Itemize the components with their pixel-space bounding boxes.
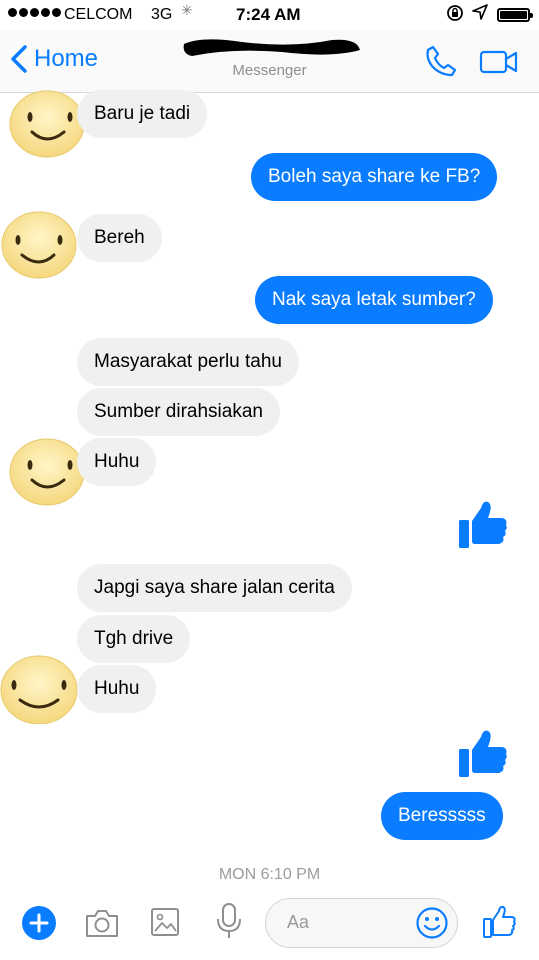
composer-bar: Aa — [0, 890, 539, 960]
incoming-message[interactable]: Sumber dirahsiakan — [77, 388, 280, 436]
gallery-button[interactable] — [150, 906, 180, 943]
outgoing-message[interactable]: Boleh saya share ke FB? — [251, 153, 498, 201]
message-input-placeholder: Aa — [287, 912, 310, 932]
thumbs-up-icon — [483, 905, 516, 938]
camera-button[interactable] — [84, 906, 120, 945]
video-call-button[interactable] — [479, 48, 519, 76]
contact-avatar-emoji-icon[interactable] — [8, 436, 86, 508]
message-timestamp: MON 6:10 PM — [218, 866, 321, 883]
thumbs-up-sticker-icon[interactable] — [457, 727, 509, 779]
send-like-button[interactable] — [482, 904, 516, 945]
redacted-contact-name[interactable] — [182, 36, 362, 58]
plus-icon — [29, 913, 49, 933]
phone-icon — [426, 45, 457, 77]
incoming-message[interactable]: Tgh drive — [77, 615, 191, 663]
outgoing-message[interactable]: Beresssss — [381, 792, 503, 840]
conversation-header: Home Messenger — [0, 30, 539, 93]
signal-strength-icon — [8, 8, 61, 17]
image-icon — [151, 908, 179, 936]
incoming-message[interactable]: Japgi saya share jalan cerita — [77, 564, 352, 612]
incoming-message[interactable]: Huhu — [77, 665, 157, 713]
incoming-message[interactable]: Masyarakat perlu tahu — [77, 338, 299, 386]
contact-avatar-emoji-icon[interactable] — [0, 652, 78, 724]
smiley-icon — [416, 907, 448, 939]
microphone-icon — [217, 903, 241, 938]
incoming-message[interactable]: Huhu — [77, 438, 157, 486]
emoji-button[interactable] — [415, 906, 449, 940]
carrier-name: CELCOM — [64, 6, 133, 23]
thumbs-up-sticker-icon[interactable] — [457, 498, 509, 550]
activity-spinner-icon: ✳ — [181, 2, 193, 18]
outgoing-message[interactable]: Nak saya letak sumber? — [255, 276, 493, 324]
status-bar: CELCOM 3G ✳ 7:24 AM — [0, 0, 539, 30]
camera-icon — [86, 910, 118, 937]
battery-icon — [497, 8, 533, 22]
orientation-lock-icon — [446, 4, 464, 27]
location-arrow-icon — [472, 4, 488, 23]
incoming-message[interactable]: Bereh — [77, 214, 162, 262]
voice-call-button[interactable] — [424, 44, 458, 78]
incoming-message[interactable]: Baru je tadi — [77, 90, 208, 138]
conversation-subtitle: Messenger — [232, 62, 307, 79]
network-type: 3G — [151, 6, 173, 23]
contact-avatar-emoji-icon[interactable] — [8, 88, 86, 160]
more-actions-button[interactable] — [22, 906, 56, 940]
video-camera-icon — [479, 50, 518, 74]
status-time: 7:24 AM — [236, 5, 301, 24]
voice-message-button[interactable] — [215, 902, 243, 945]
contact-avatar-emoji-icon[interactable] — [0, 209, 78, 281]
